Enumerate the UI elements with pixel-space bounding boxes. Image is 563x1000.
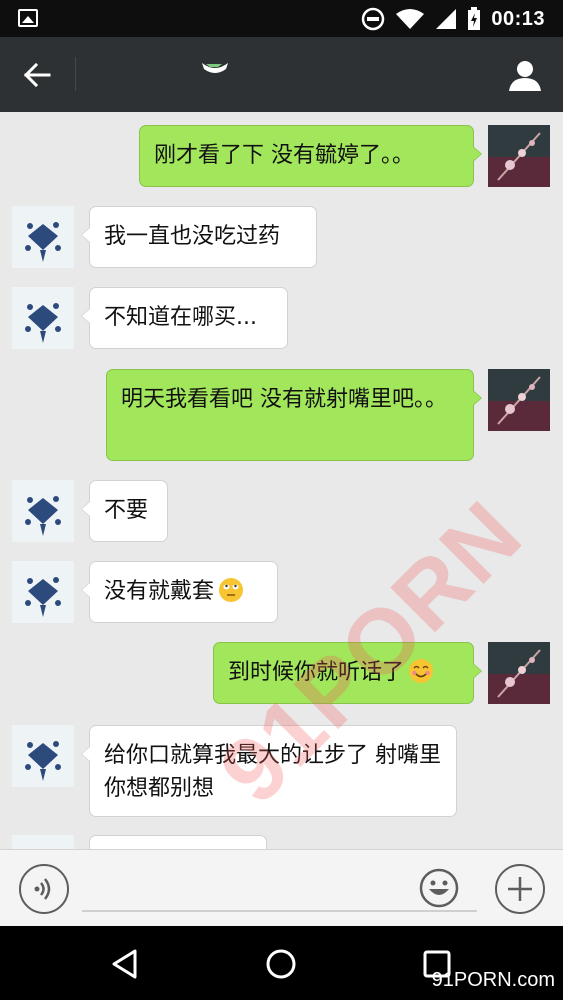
received-message-bubble[interactable]: 不知道在哪买...	[81, 287, 288, 349]
circle-home-icon	[266, 949, 296, 979]
nav-home-button[interactable]	[261, 944, 301, 984]
triangle-back-icon	[112, 949, 137, 979]
message-text: 不知道在哪买...	[104, 305, 257, 330]
back-button[interactable]	[14, 55, 60, 95]
received-message-bubble[interactable]: 我一直也没吃过药	[81, 206, 317, 268]
message-text: 没有就戴套	[104, 579, 215, 604]
my-avatar[interactable]	[488, 369, 550, 431]
signal-icon	[436, 9, 457, 29]
voice-icon	[34, 878, 51, 900]
contact-avatar[interactable]	[12, 725, 74, 787]
watermark-brand: 91PORN.com	[431, 969, 555, 991]
voice-button[interactable]	[19, 864, 69, 914]
arrow-left-icon	[23, 62, 51, 88]
do-not-disturb-icon	[362, 7, 385, 31]
message-text: 明天我看看吧 没有就射嘴里吧。。	[121, 387, 447, 412]
more-button[interactable]	[495, 864, 545, 914]
title-bar	[0, 37, 563, 112]
contact-avatar[interactable]	[12, 206, 74, 268]
sent-message-bubble[interactable]: 刚才看了下 没有毓婷了。。	[139, 125, 482, 187]
message-text: 不要	[104, 498, 149, 523]
my-avatar[interactable]	[488, 125, 550, 187]
contact-avatar[interactable]	[12, 287, 74, 349]
redacted-name-mark	[202, 63, 228, 73]
clock: 00:13	[491, 7, 545, 30]
received-message-bubble[interactable]: 没有就戴套	[81, 561, 278, 623]
nav-back-button[interactable]	[105, 944, 145, 984]
message-text: 我一直也没吃过药	[104, 224, 281, 249]
status-icons: 00:13	[361, 6, 545, 32]
input-bar	[0, 849, 563, 926]
my-avatar[interactable]	[488, 642, 550, 704]
battery-charging-icon	[468, 7, 481, 30]
emoji-button[interactable]	[418, 867, 460, 909]
received-message-bubble[interactable]	[89, 835, 267, 849]
message-text: 刚才看了下 没有毓婷了。。	[154, 143, 414, 168]
plus-icon	[508, 877, 532, 901]
person-icon	[509, 61, 541, 91]
wifi-icon	[396, 9, 425, 29]
navigation-bar: 91PORN.com	[0, 926, 563, 1000]
chat-info-button[interactable]	[505, 55, 545, 95]
contact-avatar[interactable]	[12, 480, 74, 542]
status-bar: 00:13	[0, 0, 563, 37]
received-message-bubble[interactable]: 不要	[81, 480, 168, 542]
contact-avatar[interactable]	[12, 835, 74, 849]
eye-roll-emoji-icon	[219, 578, 244, 602]
contact-avatar[interactable]	[12, 561, 74, 623]
sent-message-bubble[interactable]: 明天我看看吧 没有就射嘴里吧。。	[106, 369, 482, 461]
title-divider	[75, 57, 76, 91]
image-notification-icon	[18, 9, 38, 27]
smiley-icon	[419, 868, 459, 908]
